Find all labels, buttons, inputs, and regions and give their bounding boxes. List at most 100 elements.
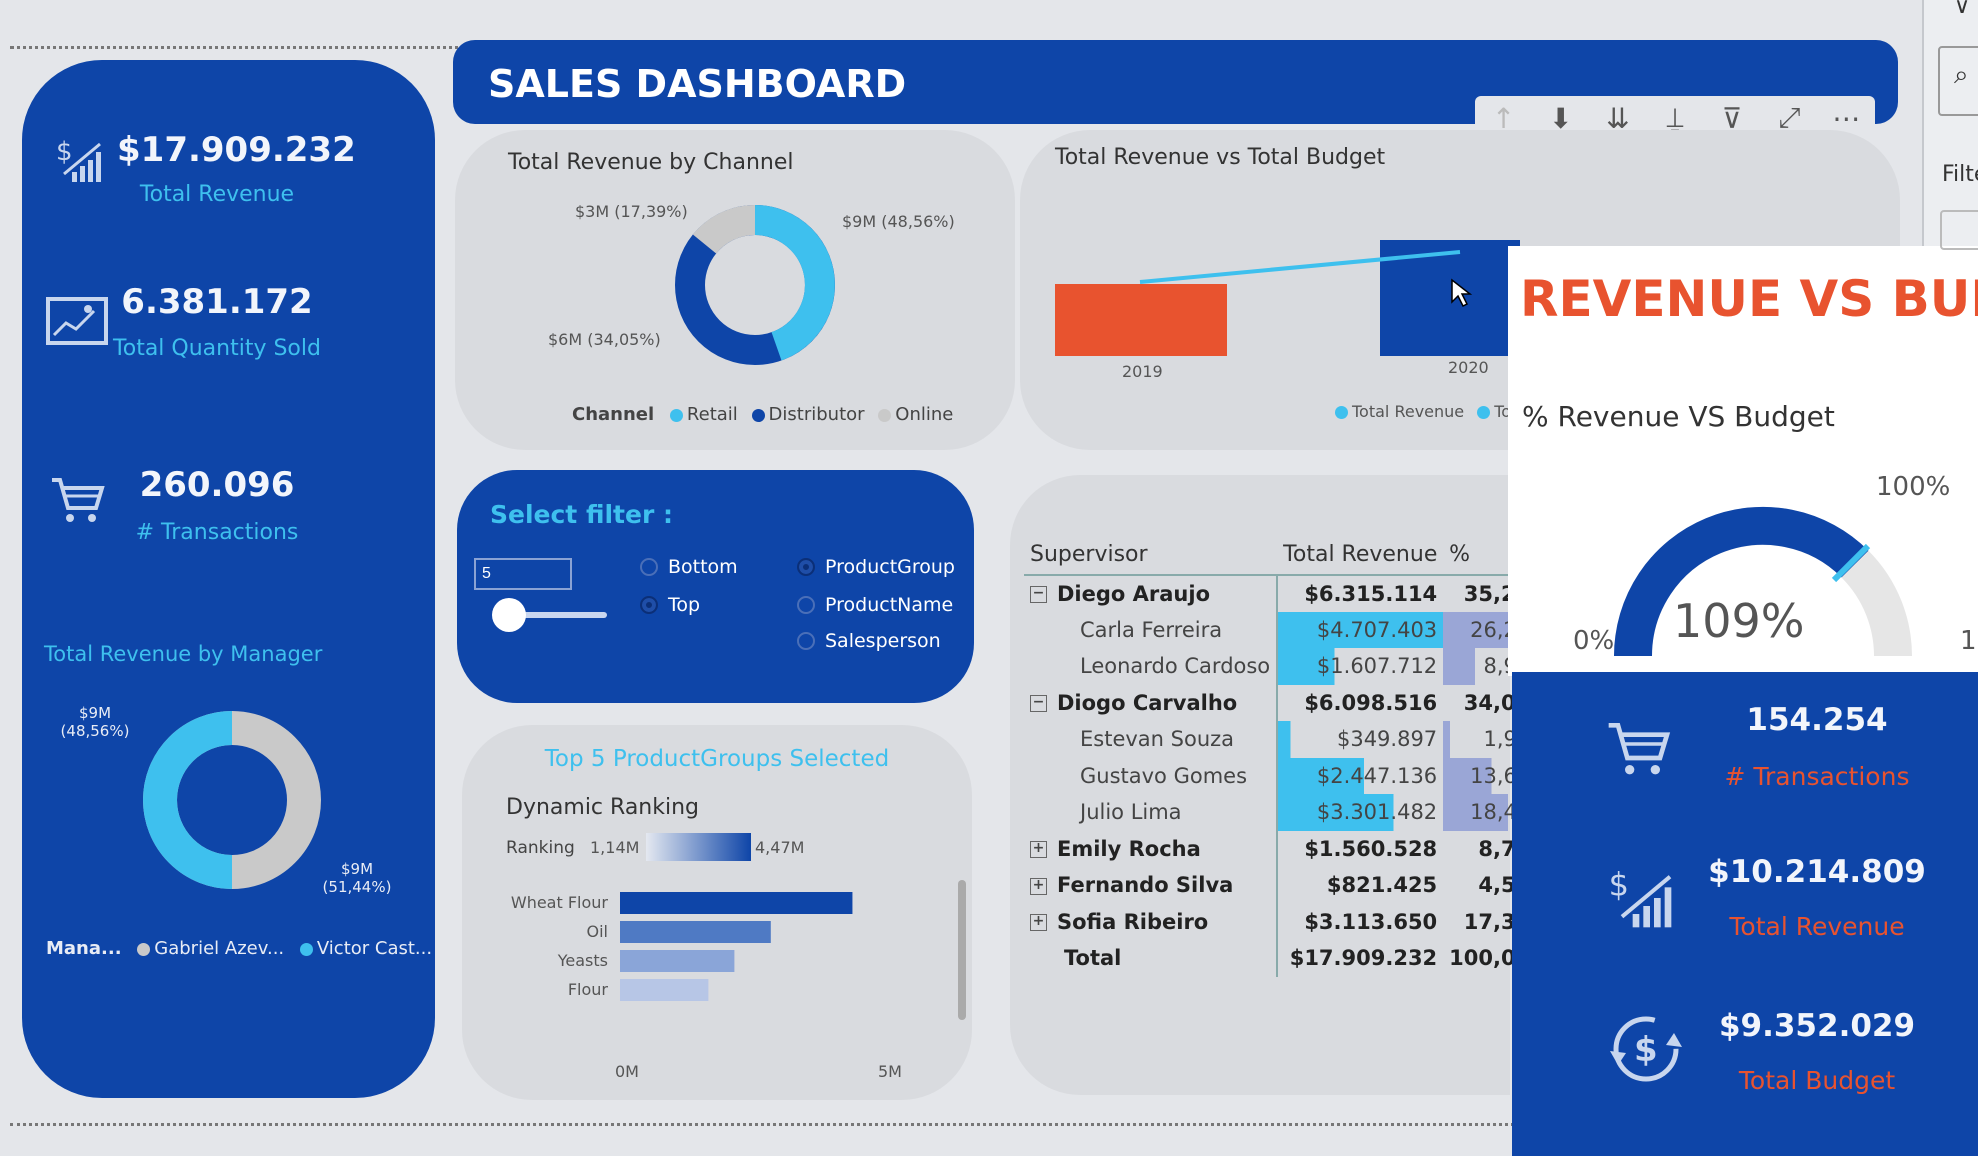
table-row[interactable]: Total $17.909.232 100,00 [1024, 940, 1536, 977]
legend-dot-distributor [751, 408, 765, 422]
table-row[interactable]: + Fernando Silva $821.425 4,59 [1024, 867, 1536, 904]
revenue-cell: $17.909.232 [1276, 940, 1444, 977]
table-row[interactable]: Julio Lima $3.301.482 18,43 [1024, 794, 1537, 831]
filter-option-productname[interactable]: ProductName [797, 594, 953, 616]
budget-bar-chart[interactable] [1040, 230, 1520, 360]
manager-legend-title: Mana... [46, 938, 122, 959]
col-header-revenue[interactable]: Total Revenue [1277, 535, 1444, 576]
mouse-cursor-icon [1451, 278, 1473, 308]
supervisor-name: Carla Ferreira [1080, 617, 1223, 642]
expand-icon[interactable]: + [1030, 841, 1047, 859]
ranking-category-label: Oil [587, 922, 608, 941]
slider-handle[interactable] [492, 598, 526, 632]
table-row[interactable]: Leonardo Cardoso $1.607.712 8,98 [1024, 648, 1537, 685]
supervisor-name: Diego Araujo [1057, 581, 1210, 606]
ranking-scrollbar[interactable] [958, 880, 966, 1020]
revenue-cell: $4.707.403 [1276, 611, 1444, 648]
table-row[interactable]: + Emily Rocha $1.560.528 8,71 [1024, 830, 1536, 868]
gauge-title: % Revenue VS Budget [1522, 400, 1835, 433]
popup-title: REVENUE VS BUD [1520, 270, 1978, 328]
popup-revenue-value: $10.214.809 [1708, 854, 1926, 890]
filter-option-bottom[interactable]: Bottom [640, 556, 738, 578]
collapse-icon[interactable]: − [1030, 695, 1047, 713]
filter-option-top[interactable]: Top [640, 594, 700, 616]
filter-panel: Select filter : Bottom Top ProductGroup … [457, 470, 974, 703]
channel-label-distributor: $6M (34,05%) [548, 330, 661, 349]
filters-pane[interactable]: Filte ⌕ ⊽ [1922, 0, 1978, 250]
col-header-supervisor[interactable]: Supervisor [1024, 535, 1278, 576]
channel-legend: Channel Retail Distributor Online [572, 404, 953, 425]
supervisor-name: Diogo Carvalho [1057, 690, 1238, 715]
filter-option-productgroup[interactable]: ProductGroup [797, 556, 955, 578]
manager-legend-item-1[interactable]: Gabriel Azev... [154, 938, 284, 959]
filter-option-top-label: Top [668, 594, 701, 616]
filters-pane-label: Filte [1942, 162, 1978, 187]
supervisor-cell: Estevan Souza [1024, 721, 1277, 758]
revenue-cell: $6.315.114 [1276, 575, 1444, 612]
table-row[interactable]: − Diego Araujo $6.315.114 35,26 [1024, 575, 1536, 612]
table-row[interactable]: + Sofia Ribeiro $3.113.650 17,39 [1024, 903, 1536, 941]
revenue-cell: $6.098.516 [1276, 684, 1444, 721]
table-row[interactable]: Carla Ferreira $4.707.403 26,28 [1024, 611, 1537, 649]
gauge-min: 0% [1573, 626, 1615, 656]
filter-option-salesperson-label: Salesperson [825, 630, 941, 652]
kpi-quantity-label: Total Quantity Sold [113, 336, 321, 361]
ranking-bar [620, 979, 709, 1001]
manager-slice-victor [143, 711, 233, 889]
expand-icon[interactable]: + [1030, 914, 1047, 932]
legend-dot-victor [299, 942, 313, 956]
kpi-transactions-value: 260.096 [139, 465, 295, 505]
ranking-bar-chart[interactable]: Wheat Flour Oil Yeasts Flour [500, 880, 920, 1060]
table-row[interactable]: − Diogo Carvalho $6.098.516 34,05 [1024, 684, 1536, 721]
supervisor-cell: + Sofia Ribeiro [1024, 904, 1277, 941]
supervisor-cell: + Fernando Silva [1024, 867, 1277, 904]
kpi-panel: $ $17.909.232 Total Revenue 6.381.172 To… [22, 60, 435, 1098]
supervisor-cell: Carla Ferreira [1024, 612, 1277, 649]
channel-legend-distributor[interactable]: Distributor [769, 404, 865, 425]
ranking-bar [620, 921, 771, 943]
table-row[interactable]: Estevan Souza $349.897 1,95 [1024, 721, 1537, 758]
channel-donut-chart[interactable] [670, 200, 840, 370]
supervisor-name: Julio Lima [1080, 800, 1182, 825]
supervisor-name: Fernando Silva [1057, 873, 1234, 898]
filter-count-input[interactable] [474, 558, 572, 590]
supervisor-name: Leonardo Cardoso [1080, 654, 1271, 679]
table-row[interactable]: Gustavo Gomes $2.447.136 13,66 [1024, 757, 1537, 795]
channel-legend-retail[interactable]: Retail [687, 404, 738, 425]
popup-transactions-value: 154.254 [1746, 702, 1888, 738]
budget-chart-title: Total Revenue vs Total Budget [1055, 145, 1386, 170]
ranking-subtitle: Dynamic Ranking [506, 795, 700, 820]
supervisor-cell: + Emily Rocha [1024, 831, 1277, 868]
expand-icon[interactable]: + [1030, 877, 1047, 895]
kpi-total-revenue-value: $17.909.232 [117, 130, 356, 170]
revenue-cell: $3.113.650 [1276, 903, 1444, 940]
manager-donut-chart[interactable] [132, 700, 332, 900]
channel-slice-online [692, 204, 756, 254]
supervisor-cell: Julio Lima [1024, 794, 1277, 831]
collapse-icon[interactable]: − [1030, 586, 1047, 604]
x-label-2020: 2020 [1448, 358, 1489, 377]
kpi-quantity-value: 6.381.172 [121, 282, 313, 322]
filter-option-salesperson[interactable]: Salesperson [797, 630, 941, 652]
popup-budget-label: Total Budget [1738, 1066, 1896, 1095]
legend-dot-gabriel [137, 942, 151, 956]
legend-dot-online [878, 408, 892, 422]
pane-card[interactable] [1940, 210, 1978, 250]
ranking-axis-min: 0M [615, 1062, 639, 1081]
channel-legend-online[interactable]: Online [895, 404, 953, 425]
revenue-cell: $821.425 [1276, 867, 1444, 904]
ranking-title: Top 5 ProductGroups Selected [544, 746, 890, 772]
kpi-transactions-label: # Transactions [135, 520, 299, 545]
manager-legend-item-2[interactable]: Victor Cast... [317, 938, 432, 959]
ranking-scale-max: 4,47M [755, 838, 805, 857]
channel-legend-title: Channel [572, 404, 655, 425]
revenue-chart-icon: $ [52, 130, 112, 190]
pane-filter-icon[interactable]: ⊽ [1954, 0, 1970, 19]
budget-legend-revenue[interactable]: Total Revenue [1352, 402, 1464, 421]
page-title: SALES DASHBOARD [488, 62, 907, 106]
channel-chart-title: Total Revenue by Channel [508, 150, 794, 175]
supervisor-name: Estevan Souza [1080, 727, 1235, 752]
gauge-value: 109% [1673, 594, 1805, 648]
ranking-category-label: Flour [568, 980, 609, 999]
supervisor-cell: Gustavo Gomes [1024, 758, 1277, 795]
